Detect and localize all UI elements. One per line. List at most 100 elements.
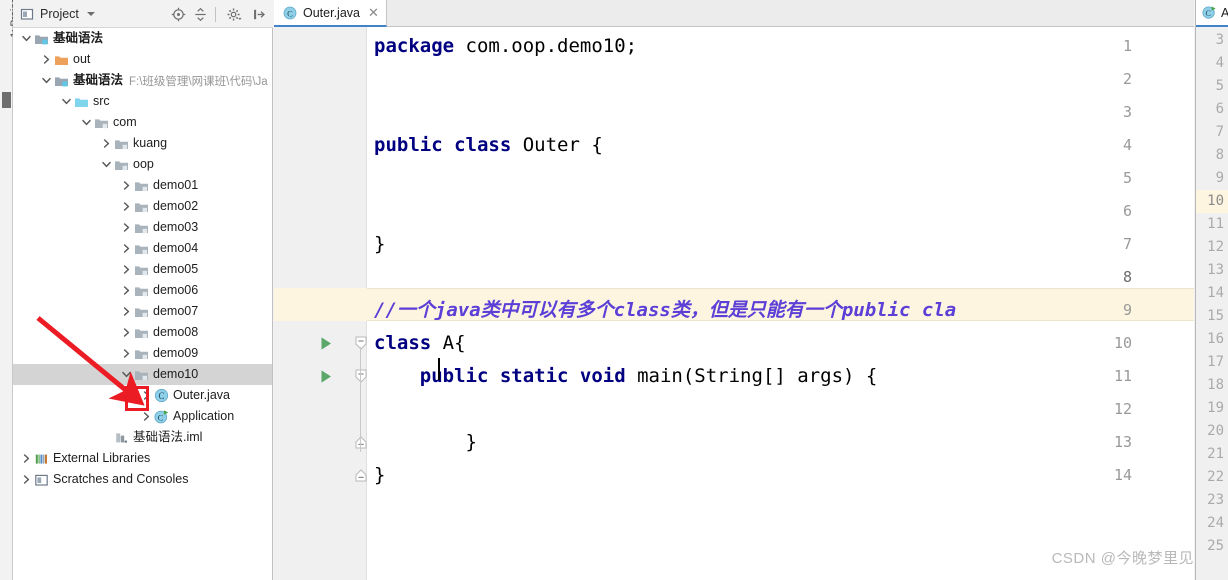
hide-panel-icon[interactable] bbox=[249, 4, 269, 24]
chevron-right-icon[interactable] bbox=[19, 448, 33, 469]
tree-row-kuang[interactable]: kuang bbox=[13, 133, 272, 154]
code-line[interactable]: } bbox=[374, 228, 385, 261]
tree-row-demo06[interactable]: demo06 bbox=[13, 280, 272, 301]
tree-row-demo01[interactable]: demo01 bbox=[13, 175, 272, 196]
chevron-down-icon[interactable] bbox=[39, 70, 53, 91]
tree-row-label: demo03 bbox=[153, 220, 199, 234]
fold-end-icon[interactable] bbox=[353, 426, 369, 459]
tree-row-demo09[interactable]: demo09 bbox=[13, 343, 272, 364]
tree-row-demo05[interactable]: demo05 bbox=[13, 259, 272, 280]
code-line[interactable]: public class Outer { bbox=[374, 129, 603, 162]
run-gutter-icon[interactable] bbox=[318, 360, 334, 393]
svg-text:C: C bbox=[1205, 9, 1210, 18]
code-text[interactable]: package com.oop.demo10; public class Oute… bbox=[374, 27, 1194, 580]
locate-in-tree-icon[interactable] bbox=[168, 4, 188, 24]
tree-row-External-Libraries[interactable]: External Libraries bbox=[13, 448, 272, 469]
chevron-right-icon[interactable] bbox=[119, 343, 133, 364]
chevron-right-icon[interactable] bbox=[119, 301, 133, 322]
java-runnable-class-icon: C bbox=[1201, 5, 1217, 21]
tree-row-demo08[interactable]: demo08 bbox=[13, 322, 272, 343]
tree-row-demo02[interactable]: demo02 bbox=[13, 196, 272, 217]
project-view-selector[interactable]: Project bbox=[13, 6, 95, 22]
folder-orange-icon bbox=[53, 49, 70, 70]
tree-row-com[interactable]: com bbox=[13, 112, 272, 133]
tree-row-demo10[interactable]: demo10 bbox=[13, 364, 272, 385]
package-icon bbox=[133, 259, 150, 280]
chevron-right-icon[interactable] bbox=[119, 280, 133, 301]
tree-row-demo04[interactable]: demo04 bbox=[13, 238, 272, 259]
tree-row-Application[interactable]: C Application bbox=[13, 406, 272, 427]
tree-row-基础语法-iml[interactable]: 基础语法.iml bbox=[13, 427, 272, 448]
chevron-right-icon[interactable] bbox=[139, 385, 153, 406]
tree-row-demo03[interactable]: demo03 bbox=[13, 217, 272, 238]
split-editor-tab[interactable]: C A bbox=[1196, 0, 1228, 27]
editor-tab-outer-java[interactable]: C Outer.java ✕ bbox=[274, 0, 387, 27]
chevron-down-icon[interactable] bbox=[79, 112, 93, 133]
module-icon bbox=[53, 70, 70, 91]
fold-expanded-icon[interactable] bbox=[353, 327, 369, 360]
chevron-right-icon[interactable] bbox=[139, 406, 153, 427]
project-tree[interactable]: 基础语法 out 基础语法 F:\班级管理\网课班\代码\Ja src com kuang o… bbox=[13, 28, 272, 580]
split-line-number: 9 bbox=[1215, 170, 1224, 186]
chevron-right-icon[interactable] bbox=[39, 49, 53, 70]
tree-row-基础语法[interactable]: 基础语法 bbox=[13, 28, 272, 49]
split-line-number: 5 bbox=[1215, 78, 1224, 94]
tree-row-src[interactable]: src bbox=[13, 91, 272, 112]
chevron-right-icon[interactable] bbox=[119, 217, 133, 238]
chevron-right-icon[interactable] bbox=[99, 133, 113, 154]
external-libraries-icon bbox=[33, 448, 50, 469]
tree-row-path-hint: F:\班级管理\网课班\代码\Ja bbox=[129, 75, 268, 88]
chevron-down-icon[interactable] bbox=[99, 154, 113, 175]
chevron-right-icon[interactable] bbox=[119, 175, 133, 196]
code-token-plain: A{ bbox=[431, 332, 466, 354]
split-line-number: 21 bbox=[1207, 446, 1224, 462]
code-line[interactable]: package com.oop.demo10; bbox=[374, 30, 637, 63]
code-line[interactable]: class A{ bbox=[374, 327, 466, 360]
tree-row-label: com bbox=[113, 115, 137, 129]
project-tool-window: Project 基础语法 out 基础语法 F:\班级管理\网课班\代码\Ja … bbox=[13, 0, 273, 580]
tree-row-oop[interactable]: oop bbox=[13, 154, 272, 175]
chevron-right-icon[interactable] bbox=[119, 238, 133, 259]
package-icon bbox=[113, 154, 130, 175]
tree-row-label: 基础语法.iml bbox=[133, 430, 203, 444]
tree-row-label: demo02 bbox=[153, 199, 199, 213]
code-line[interactable]: } bbox=[374, 426, 477, 459]
chevron-right-icon[interactable] bbox=[119, 259, 133, 280]
chevron-down-icon[interactable] bbox=[119, 364, 133, 385]
package-icon bbox=[113, 133, 130, 154]
chevron-right-icon[interactable] bbox=[119, 322, 133, 343]
collapse-all-icon[interactable] bbox=[190, 4, 210, 24]
chevron-down-icon bbox=[86, 11, 95, 16]
tree-row-基础语法[interactable]: 基础语法 F:\班级管理\网课班\代码\Ja bbox=[13, 70, 272, 91]
split-editor-gutter[interactable]: 3 4 5 6 7 8 9 10 11 12 13 14 15 16 17 18 19 20 21 22 23 24 25 bbox=[1196, 27, 1228, 580]
tree-row-demo07[interactable]: demo07 bbox=[13, 301, 272, 322]
chevron-right-icon[interactable] bbox=[19, 469, 33, 490]
code-line[interactable]: } bbox=[374, 459, 385, 492]
project-view-icon bbox=[19, 6, 35, 22]
code-line[interactable]: //一个java类中可以有多个class类，但是只能有一个public cla bbox=[374, 294, 956, 327]
code-line[interactable]: public static void main(String[] args) { bbox=[374, 360, 878, 393]
tree-row-Outer-java[interactable]: C Outer.java bbox=[13, 385, 272, 406]
fold-expanded-icon[interactable] bbox=[353, 360, 369, 393]
fold-end-icon[interactable] bbox=[353, 459, 369, 492]
code-editor[interactable]: 1 2 3 4 5 6 7 8 9 10 11 12 13 14 package com.oop.demo… bbox=[274, 27, 1194, 580]
code-token-plain: } bbox=[374, 431, 477, 453]
split-editor-tab-label: A bbox=[1221, 6, 1228, 20]
close-icon[interactable]: ✕ bbox=[368, 6, 379, 19]
split-line-number: 20 bbox=[1207, 423, 1224, 439]
tree-row-label: oop bbox=[133, 157, 154, 171]
chevron-down-icon[interactable] bbox=[19, 28, 33, 49]
settings-gear-icon[interactable] bbox=[221, 4, 247, 24]
chevron-down-icon[interactable] bbox=[59, 91, 73, 112]
chevron-right-icon[interactable] bbox=[119, 196, 133, 217]
project-stripe-button[interactable]: 1: Project bbox=[1, 0, 21, 68]
split-line-number: 19 bbox=[1207, 400, 1224, 416]
java-class-icon: C bbox=[153, 385, 170, 406]
tree-row-label: src bbox=[93, 94, 110, 108]
tree-row-label: Scratches and Consoles bbox=[53, 472, 189, 486]
tree-row-out[interactable]: out bbox=[13, 49, 272, 70]
run-gutter-icon[interactable] bbox=[318, 327, 334, 360]
split-line-number: 12 bbox=[1207, 239, 1224, 255]
split-editor-right: C A 3 4 5 6 7 8 9 10 11 12 13 14 15 16 17 18 19 20 21 22 23 2… bbox=[1195, 0, 1228, 580]
tree-row-Scratches-and-Consoles[interactable]: Scratches and Consoles bbox=[13, 469, 272, 490]
